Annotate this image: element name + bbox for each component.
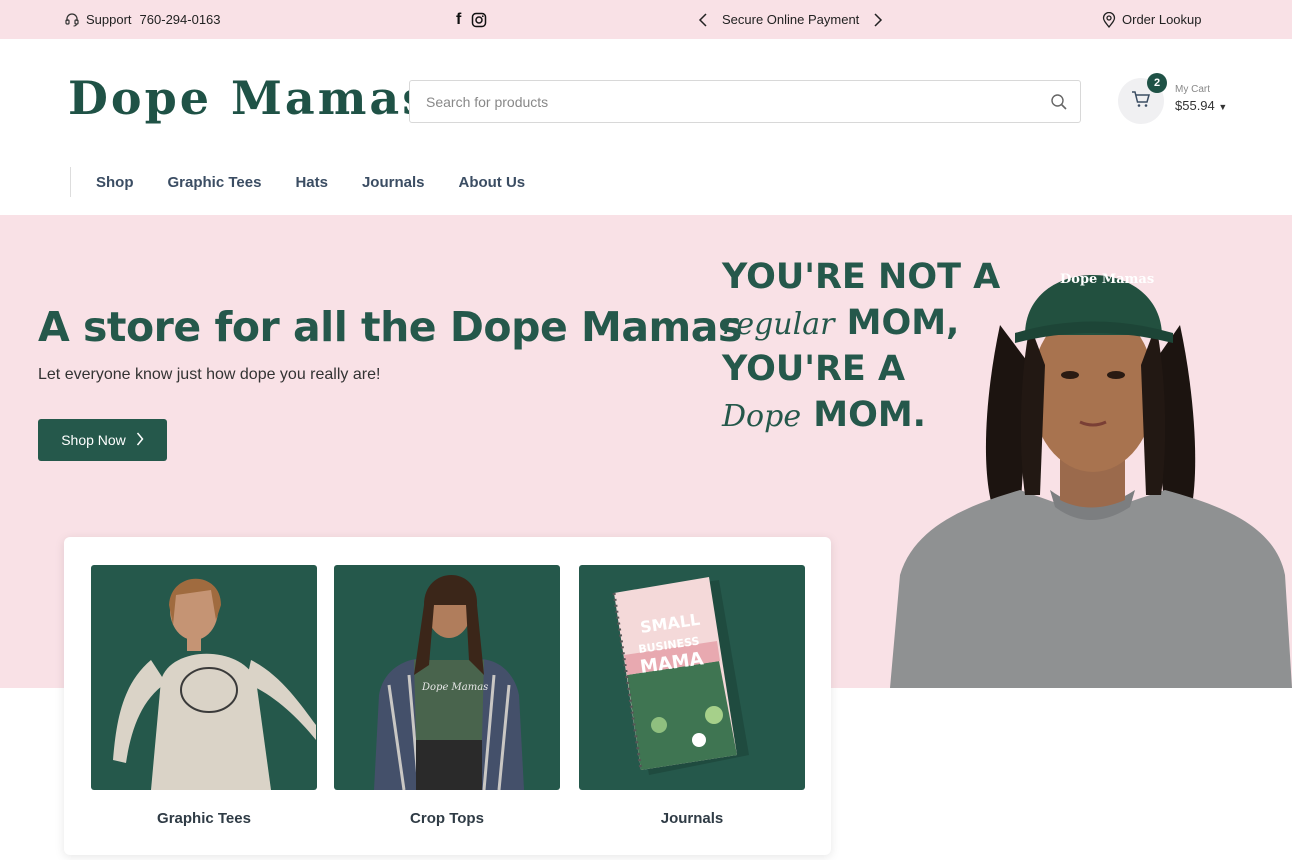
cart-label: My Cart: [1175, 84, 1210, 95]
order-lookup-label: Order Lookup: [1122, 12, 1202, 27]
payment-label: Secure Online Payment: [722, 12, 860, 27]
category-image[interactable]: [91, 565, 317, 790]
chevron-left-icon[interactable]: [698, 12, 708, 27]
nav-hats[interactable]: Hats: [295, 174, 328, 191]
top-bar: Support 760-294-0163 f Secure Online Pay…: [0, 0, 1292, 39]
category-name: Graphic Tees: [157, 810, 251, 827]
site-header: Dope Mamas 2 My Cart $55.94 ▼ Shop Graph…: [0, 39, 1292, 215]
nav-shop[interactable]: Shop: [96, 174, 134, 191]
social-links: f: [456, 0, 487, 39]
category-crop-tops[interactable]: Dope Mamas Crop Tops: [334, 565, 560, 827]
shop-now-label: Shop Now: [61, 432, 126, 448]
nav-about-us[interactable]: About Us: [458, 174, 525, 191]
cart-widget[interactable]: 2 My Cart $55.94 ▼: [1118, 73, 1248, 124]
main-nav: Shop Graphic Tees Hats Journals About Us: [70, 167, 533, 197]
category-journals[interactable]: SMALL BUSINESS MAMA Journals: [579, 565, 805, 827]
category-name: Journals: [660, 810, 724, 827]
support-phone[interactable]: 760-294-0163: [140, 12, 221, 27]
shop-now-button[interactable]: Shop Now: [38, 419, 167, 461]
nav-graphic-tees[interactable]: Graphic Tees: [168, 174, 262, 191]
support-contact[interactable]: Support 760-294-0163: [64, 0, 221, 39]
order-lookup-link[interactable]: Order Lookup: [1102, 0, 1202, 39]
search-bar: [409, 80, 1081, 123]
hero-title: A store for all the Dope Mamas: [38, 303, 742, 351]
caret-down-icon: ▼: [1218, 102, 1228, 112]
category-image[interactable]: Dope Mamas: [334, 565, 560, 790]
hero-model-image: Dope Mamas: [890, 215, 1292, 688]
category-image[interactable]: SMALL BUSINESS MAMA: [579, 565, 805, 790]
cart-icon: [1131, 90, 1151, 113]
cart-total: $55.94 ▼: [1175, 98, 1228, 113]
payment-carousel: Secure Online Payment: [698, 0, 883, 39]
hero-subtitle: Let everyone know just how dope you real…: [38, 366, 381, 383]
category-card: Graphic Tees Dope Mamas Crop Tops SMALL …: [64, 537, 831, 855]
facebook-icon[interactable]: f: [456, 11, 461, 28]
support-label: Support: [86, 12, 132, 27]
logo[interactable]: Dope Mamas: [64, 61, 428, 143]
instagram-icon[interactable]: [471, 12, 487, 28]
category-graphic-tees[interactable]: Graphic Tees: [91, 565, 317, 827]
search-input[interactable]: [410, 81, 1010, 122]
svg-text:Dope Mamas: Dope Mamas: [421, 682, 488, 693]
nav-journals[interactable]: Journals: [362, 174, 425, 191]
search-icon[interactable]: [1050, 93, 1068, 111]
slogan-line-3: YOU'RE A: [722, 349, 906, 389]
headset-icon: [64, 12, 80, 28]
chevron-right-icon: [136, 432, 144, 449]
category-name: Crop Tops: [410, 810, 484, 827]
hat-logo-text: Dope Mamas: [1060, 272, 1154, 287]
logo-text: Dope Mamas: [68, 71, 432, 125]
chevron-right-icon[interactable]: [873, 12, 883, 27]
location-pin-icon: [1102, 11, 1116, 28]
cart-count-badge: 2: [1147, 73, 1167, 93]
